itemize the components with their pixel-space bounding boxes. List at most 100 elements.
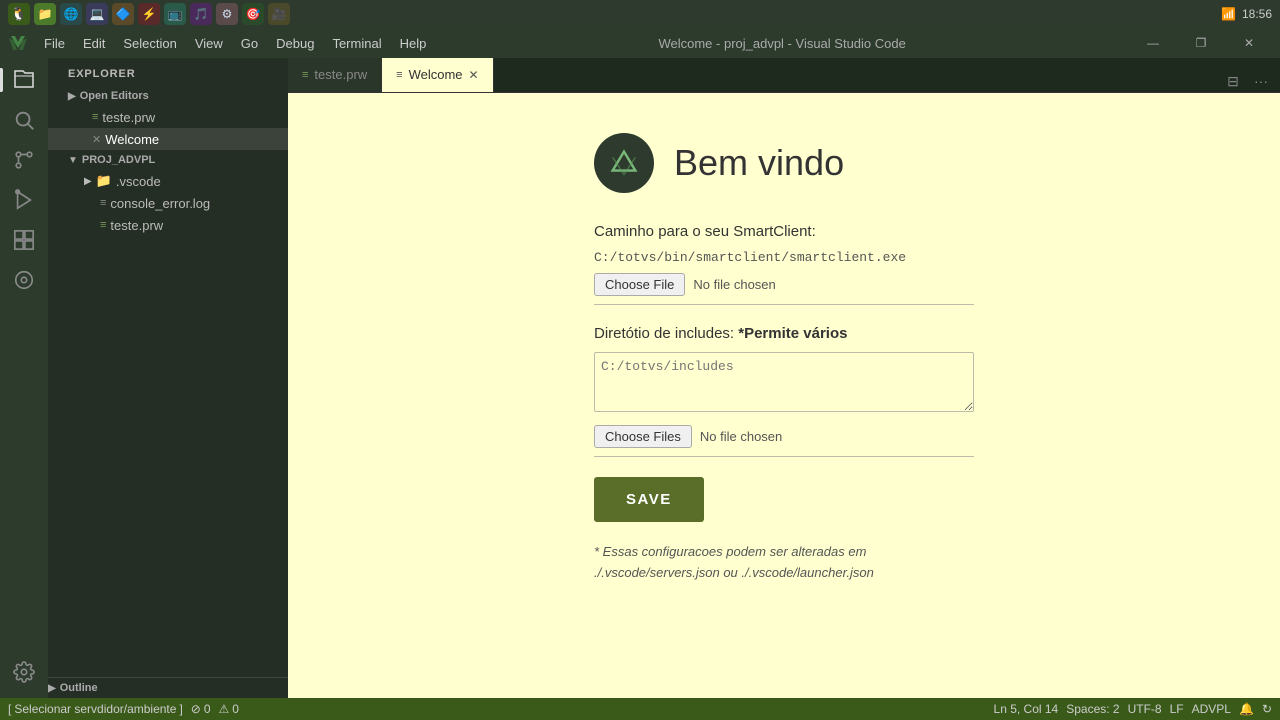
taskbar-icon-9[interactable]: ⚙ (216, 3, 238, 25)
spaces-status[interactable]: Spaces: 2 (1066, 702, 1119, 716)
warning-icon: ⚠ (219, 702, 230, 716)
tab-label-welcome: Welcome (409, 67, 463, 82)
settings-activity-icon[interactable] (6, 654, 42, 690)
proj-advpl-label: PROJ_ADVPL (82, 154, 155, 166)
proj-advpl-section[interactable]: ▼ PROJ_ADVPL (48, 150, 288, 170)
file-icon-teste: ≡ (92, 111, 98, 123)
taskbar-icon-4[interactable]: 💻 (86, 3, 108, 25)
file-icon-console: ≡ (100, 197, 106, 209)
tab-teste-prw[interactable]: ≡ teste.prw (288, 58, 382, 92)
taskbar-icon-3[interactable]: 🌐 (60, 3, 82, 25)
taskbar-icon-5[interactable]: 🔷 (112, 3, 134, 25)
menu-file[interactable]: File (36, 33, 73, 54)
debug-activity-icon[interactable] (6, 182, 42, 218)
explorer-activity-icon[interactable] (6, 62, 42, 98)
close-button[interactable]: ✕ (1226, 29, 1272, 57)
folder-icon-vscode: 📁 (96, 173, 112, 189)
taskbar-icon-2[interactable]: 📁 (34, 3, 56, 25)
os-time: 18:56 (1242, 7, 1272, 21)
split-editor-button[interactable]: ⊟ (1222, 70, 1244, 92)
smartclient-file-row: Choose File No file chosen (594, 273, 974, 296)
activity-bar (0, 58, 48, 698)
sidebar-item-teste-prw[interactable]: ≡ teste.prw (48, 214, 288, 236)
warning-status-item[interactable]: ⚠ 0 (219, 702, 239, 716)
branch-status-item[interactable]: [ Selecionar servdidor/ambiente ] (8, 702, 183, 716)
more-actions-button[interactable]: ··· (1250, 70, 1272, 92)
app-logo (8, 33, 28, 53)
taskbar-icon-6[interactable]: ⚡ (138, 3, 160, 25)
error-icon: ⊘ (191, 702, 201, 716)
welcome-title: Bem vindo (674, 142, 844, 184)
sidebar: Explorer ▶ Open Editors ≡ teste.prw ✕ We… (48, 58, 288, 698)
remote-activity-icon[interactable] (6, 262, 42, 298)
tabs-actions: ⊟ ··· (1214, 70, 1280, 92)
activity-bar-bottom (6, 654, 42, 698)
includes-no-file: No file chosen (700, 429, 782, 444)
menu-bar: File Edit Selection View Go Debug Termin… (0, 28, 1280, 58)
smartclient-path: C:/totvs/bin/smartclient/smartclient.exe (594, 250, 974, 265)
branch-icon-end: ] (179, 702, 182, 716)
notification-status[interactable]: 🔔 (1239, 702, 1254, 716)
main-layout: Explorer ▶ Open Editors ≡ teste.prw ✕ We… (0, 58, 1280, 698)
error-status-item[interactable]: ⊘ 0 (191, 702, 211, 716)
choose-files-button[interactable]: Choose Files (594, 425, 692, 448)
taskbar-icon-1[interactable]: 🐧 (8, 3, 30, 25)
choose-file-button[interactable]: Choose File (594, 273, 685, 296)
menu-view[interactable]: View (187, 33, 231, 54)
menu-go[interactable]: Go (233, 33, 266, 54)
language-status[interactable]: ADVPL (1192, 702, 1231, 716)
smartclient-divider (594, 304, 974, 305)
position-status[interactable]: Ln 5, Col 14 (994, 702, 1059, 716)
tab-icon-welcome: ≡ (396, 69, 402, 81)
sync-status[interactable]: ↻ (1262, 702, 1272, 716)
os-bar: 🐧 📁 🌐 💻 🔷 ⚡ 📺 🎵 ⚙ 🎯 🎥 📶 18:56 (0, 0, 1280, 28)
editor-content: Bem vindo Caminho para o seu SmartClient… (288, 93, 1280, 698)
sidebar-item-welcome-open[interactable]: ✕ Welcome (48, 128, 288, 150)
taskbar-icon-7[interactable]: 📺 (164, 3, 186, 25)
extensions-activity-icon[interactable] (6, 222, 42, 258)
sidebar-header: Explorer (48, 58, 288, 86)
tab-label-teste: teste.prw (314, 67, 367, 82)
open-editors-label: Open Editors (80, 90, 149, 102)
eol-status[interactable]: LF (1170, 702, 1184, 716)
close-icon-welcome[interactable]: ✕ (92, 133, 101, 146)
menu-help[interactable]: Help (392, 33, 435, 54)
tab-icon-teste: ≡ (302, 69, 308, 81)
footer-note: * Essas configuracoes podem ser alterada… (594, 542, 974, 584)
outline-section[interactable]: ▶ Outline (48, 677, 288, 698)
window-controls: — ❐ ✕ (1130, 29, 1272, 57)
file-icon-teste-prw: ≡ (100, 219, 106, 231)
menu-debug[interactable]: Debug (268, 33, 322, 54)
welcome-panel: Bem vindo Caminho para o seu SmartClient… (534, 93, 1034, 624)
includes-textarea[interactable] (594, 352, 974, 412)
open-editors-section[interactable]: ▶ Open Editors (48, 86, 288, 106)
search-activity-icon[interactable] (6, 102, 42, 138)
outline-label: Outline (60, 682, 98, 694)
menu-selection[interactable]: Selection (115, 33, 184, 54)
tab-close-welcome[interactable]: ✕ (469, 68, 479, 82)
taskbar-icon-8[interactable]: 🎵 (190, 3, 212, 25)
taskbar-icon-10[interactable]: 🎯 (242, 3, 264, 25)
sidebar-item-vscode-folder[interactable]: ▶ 📁 .vscode (48, 170, 288, 192)
menu-terminal[interactable]: Terminal (324, 33, 389, 54)
proj-advpl-chevron: ▼ (68, 155, 78, 166)
sidebar-item-console-error[interactable]: ≡ console_error.log (48, 192, 288, 214)
branch-icon: [ (8, 702, 11, 716)
scm-activity-icon[interactable] (6, 142, 42, 178)
includes-label: Diretótio de includes: *Permite vários (594, 325, 974, 342)
save-button[interactable]: SAVE (594, 477, 704, 522)
status-bar-right: Ln 5, Col 14 Spaces: 2 UTF-8 LF ADVPL 🔔 … (994, 702, 1272, 716)
includes-file-row: Choose Files No file chosen (594, 425, 974, 448)
editor-area: ≡ teste.prw ≡ Welcome ✕ ⊟ ··· (288, 58, 1280, 698)
maximize-button[interactable]: ❐ (1178, 29, 1224, 57)
tab-welcome[interactable]: ≡ Welcome ✕ (382, 58, 493, 92)
encoding-status[interactable]: UTF-8 (1128, 702, 1162, 716)
menu-edit[interactable]: Edit (75, 33, 113, 54)
minimize-button[interactable]: — (1130, 29, 1176, 57)
os-bar-apps: 🐧 📁 🌐 💻 🔷 ⚡ 📺 🎵 ⚙ 🎯 🎥 (8, 3, 290, 25)
chevron-vscode: ▶ (84, 176, 92, 187)
taskbar-icon-11[interactable]: 🎥 (268, 3, 290, 25)
sidebar-item-teste-prw-open[interactable]: ≡ teste.prw (48, 106, 288, 128)
sync-icon: ↻ (1262, 702, 1272, 716)
window-title: Welcome - proj_advpl - Visual Studio Cod… (436, 36, 1128, 51)
